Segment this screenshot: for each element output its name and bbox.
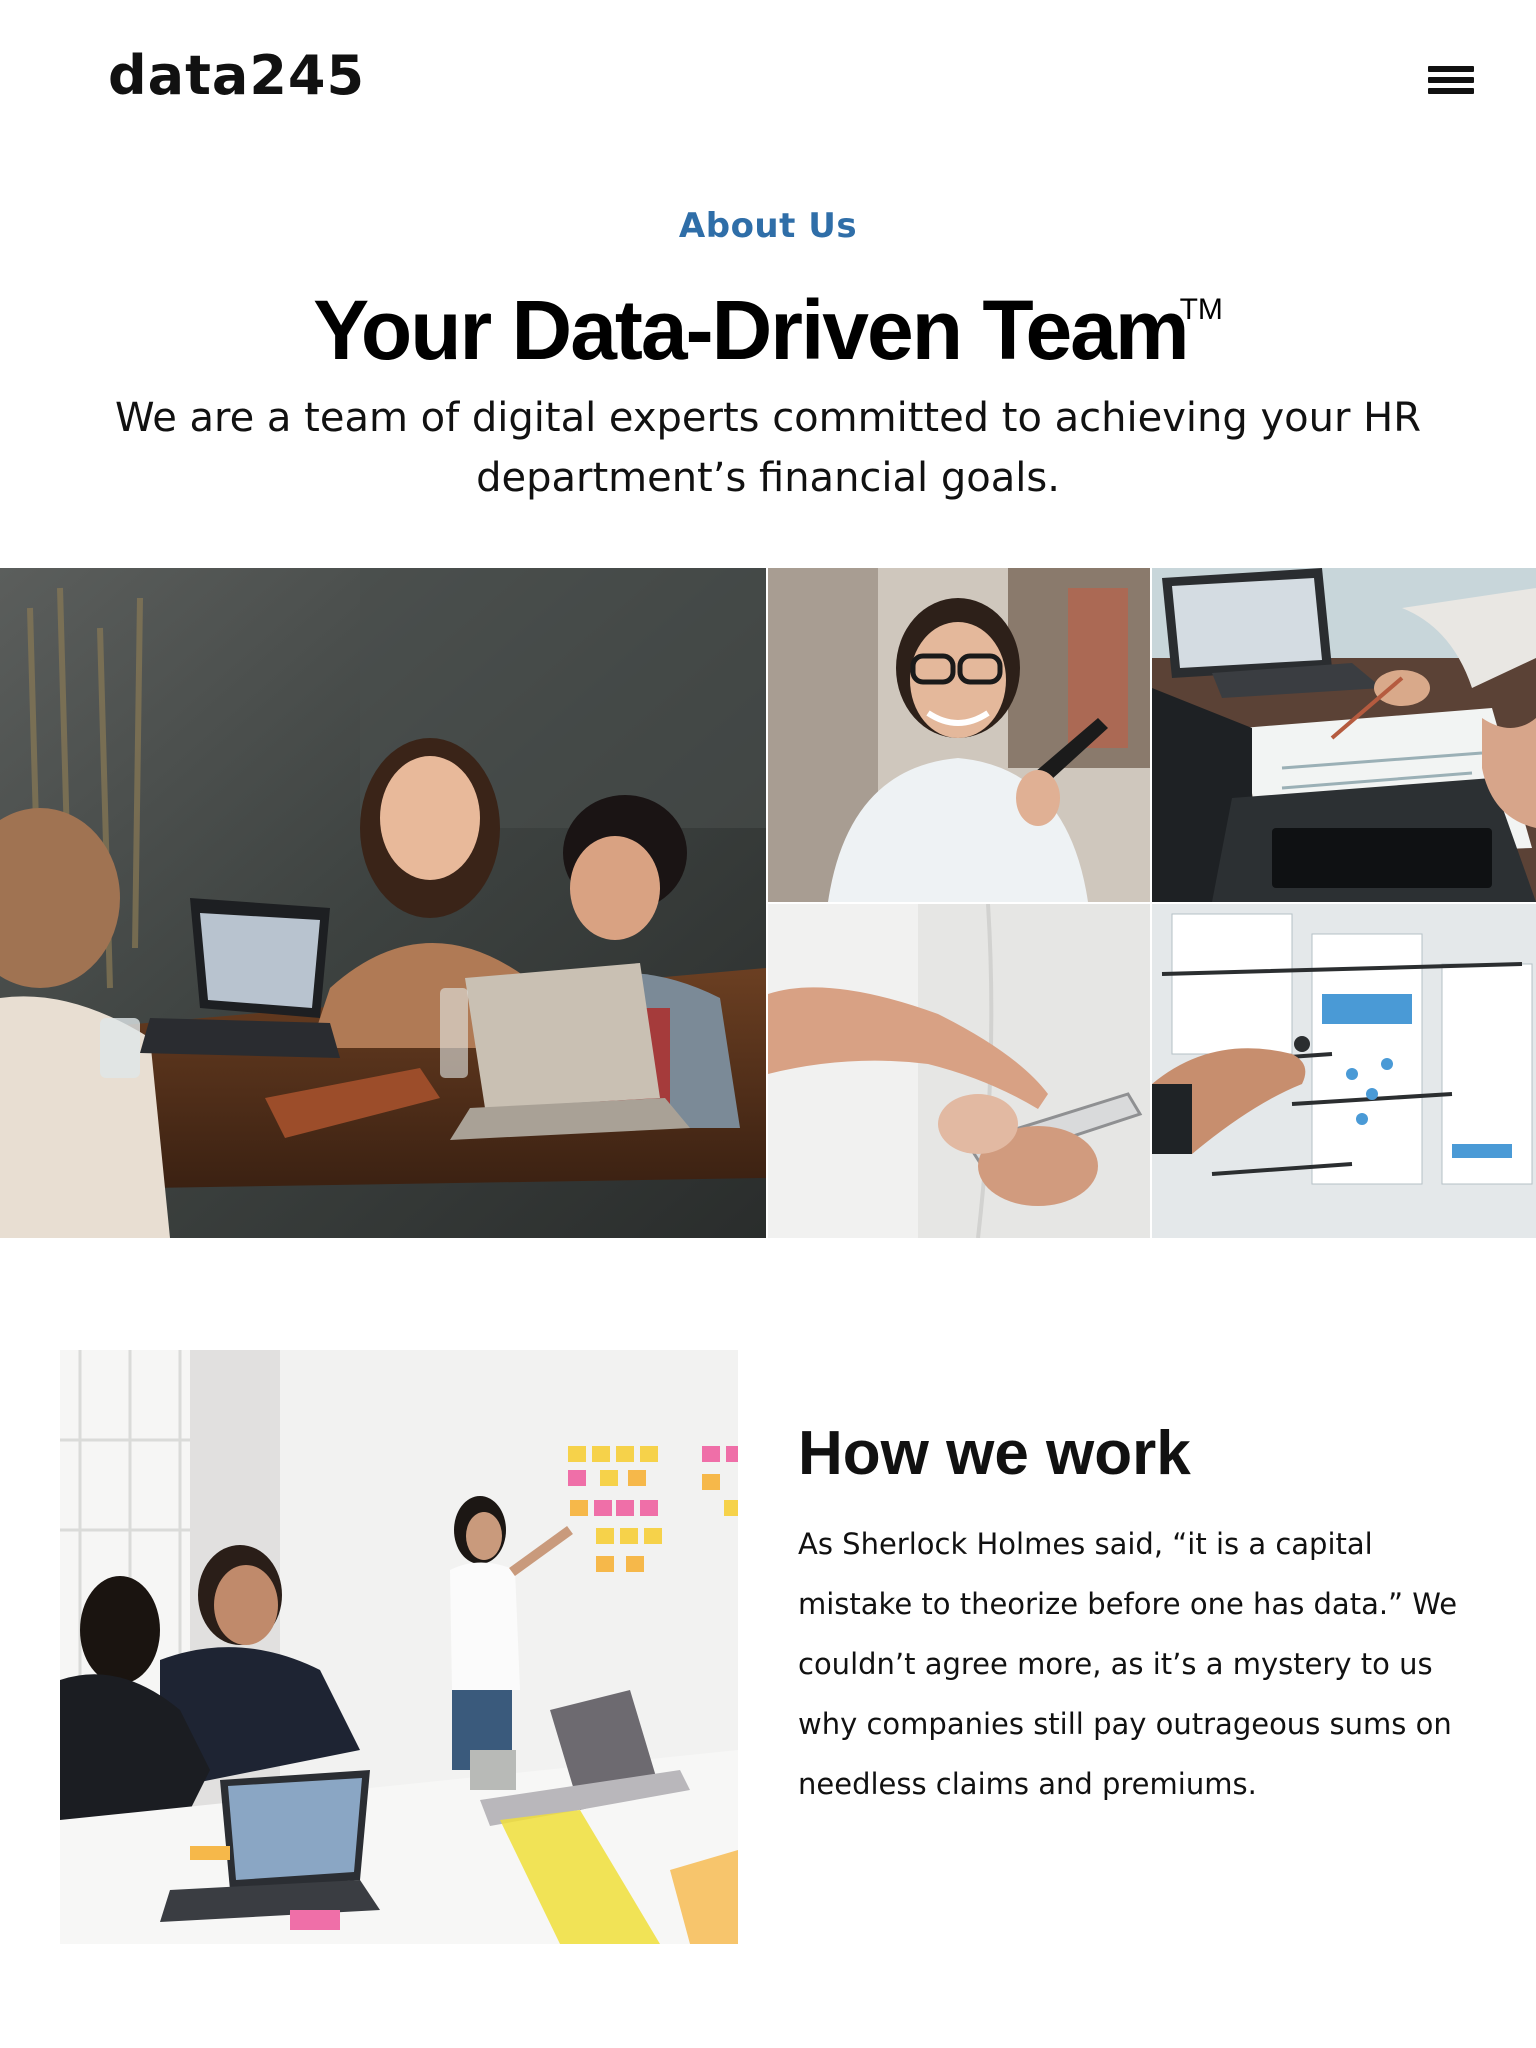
team-laughing-photo	[0, 568, 766, 1238]
team-meeting-sticky-notes-photo	[60, 1350, 738, 1944]
trademark-mark: TM	[1179, 293, 1223, 326]
finger-on-phone-photo	[768, 904, 1150, 1238]
section-eyebrow: About Us	[678, 206, 858, 246]
logo[interactable]: data245	[108, 44, 365, 107]
hero-subtext: We are a team of digital experts committ…	[114, 395, 1421, 501]
hand-on-whiteboard-photo	[1152, 904, 1536, 1238]
headline-text: Your Data-Driven Team	[313, 283, 1189, 377]
site-header: data245	[0, 0, 1536, 160]
how-we-work-body: As Sherlock Holmes said, “it is a capita…	[798, 1527, 1458, 1801]
menu-bar	[1428, 66, 1474, 72]
page-title: Your Data-Driven TeamTM	[0, 282, 1536, 379]
photo-gallery	[0, 568, 1536, 1238]
menu-bar	[1428, 88, 1474, 94]
menu-bar	[1428, 77, 1474, 83]
laptops-notes-photo	[1152, 568, 1536, 902]
woman-with-phone-photo	[768, 568, 1150, 902]
how-we-work-heading: How we work	[798, 1419, 1191, 1488]
hamburger-menu-icon[interactable]	[1428, 62, 1476, 98]
